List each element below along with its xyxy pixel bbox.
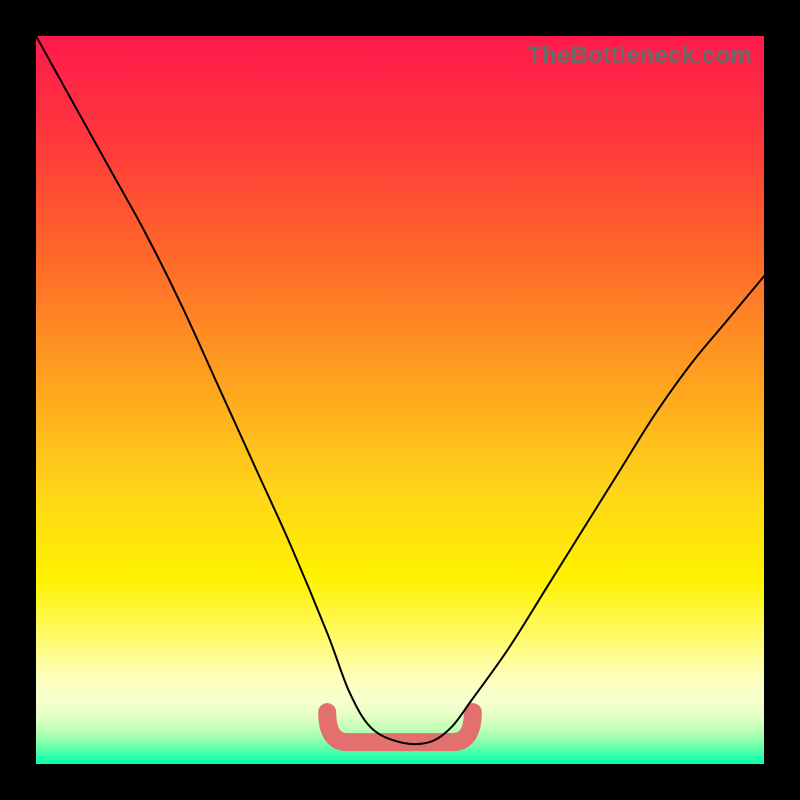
- plot-area: TheBottleneck.com: [36, 36, 764, 764]
- bottleneck-curve: [36, 36, 764, 744]
- chart-frame: TheBottleneck.com: [0, 0, 800, 800]
- curve-layer: [36, 36, 764, 764]
